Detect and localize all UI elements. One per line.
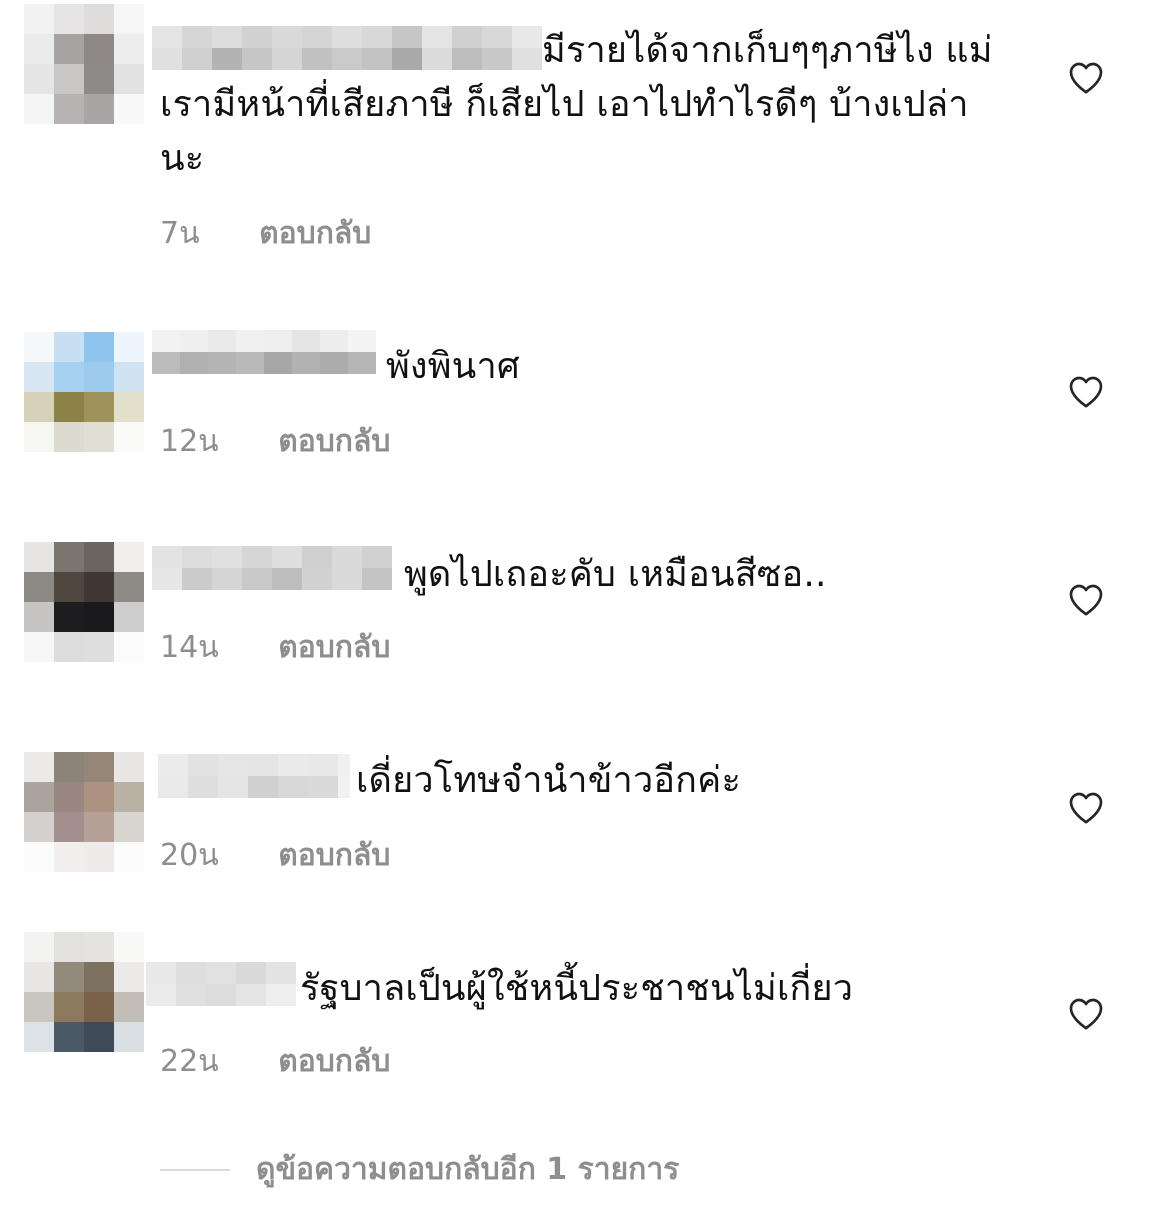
comment-meta: 12น ตอบกลับ bbox=[160, 418, 440, 465]
comment-time: 22น bbox=[160, 1044, 219, 1079]
heart-icon[interactable] bbox=[1066, 372, 1106, 412]
heart-icon[interactable] bbox=[1066, 580, 1106, 620]
comment-text: มีรายได้จากเก็บๆๆภาษีไง แม่ เรามีหน้าที่… bbox=[160, 30, 993, 179]
heart-icon[interactable] bbox=[1066, 994, 1106, 1034]
comment-text: รัฐบาลเป็นผู้ใช้หนี้ประชาชนไม่เกี่ยว bbox=[300, 968, 854, 1009]
reply-button[interactable]: ตอบกลับ bbox=[259, 216, 371, 251]
blurred-username[interactable] bbox=[158, 754, 350, 798]
avatar[interactable] bbox=[24, 752, 144, 872]
avatar[interactable] bbox=[24, 542, 144, 662]
heart-icon[interactable] bbox=[1066, 788, 1106, 828]
comment-time: 12น bbox=[160, 424, 219, 459]
avatar[interactable] bbox=[24, 332, 144, 452]
avatar[interactable] bbox=[24, 932, 144, 1052]
reply-button[interactable]: ตอบกลับ bbox=[278, 424, 390, 459]
view-more-replies-label: ดูข้อความตอบกลับอีก 1 รายการ bbox=[256, 1152, 680, 1187]
comment-time: 20น bbox=[160, 838, 219, 873]
reply-button[interactable]: ตอบกลับ bbox=[278, 838, 390, 873]
blurred-username[interactable] bbox=[152, 546, 392, 590]
reply-button[interactable]: ตอบกลับ bbox=[278, 1044, 390, 1079]
comment-text: พังพินาศ bbox=[386, 346, 520, 387]
comment-meta: 22น ตอบกลับ bbox=[160, 1038, 440, 1085]
view-more-replies-button[interactable]: ดูข้อความตอบกลับอีก 1 รายการ bbox=[160, 1146, 679, 1193]
blurred-username[interactable] bbox=[146, 962, 296, 1006]
heart-icon[interactable] bbox=[1066, 58, 1106, 98]
blurred-username[interactable] bbox=[152, 330, 376, 374]
comment-text: เดี่ยวโทษจำนำข้าวอีกค่ะ bbox=[356, 760, 741, 801]
comment-meta: 20น ตอบกลับ bbox=[160, 832, 440, 879]
comment-time: 7น bbox=[160, 216, 200, 251]
divider-line bbox=[160, 1168, 230, 1171]
comment-text: พูดไปเถอะคับ เหมือนสีซอ.. bbox=[404, 554, 827, 595]
comment-meta: 14น ตอบกลับ bbox=[160, 624, 440, 671]
comment-time: 14น bbox=[160, 630, 219, 665]
reply-button[interactable]: ตอบกลับ bbox=[278, 630, 390, 665]
comment-meta: 7น ตอบกลับ bbox=[160, 210, 421, 257]
avatar[interactable] bbox=[24, 4, 144, 124]
